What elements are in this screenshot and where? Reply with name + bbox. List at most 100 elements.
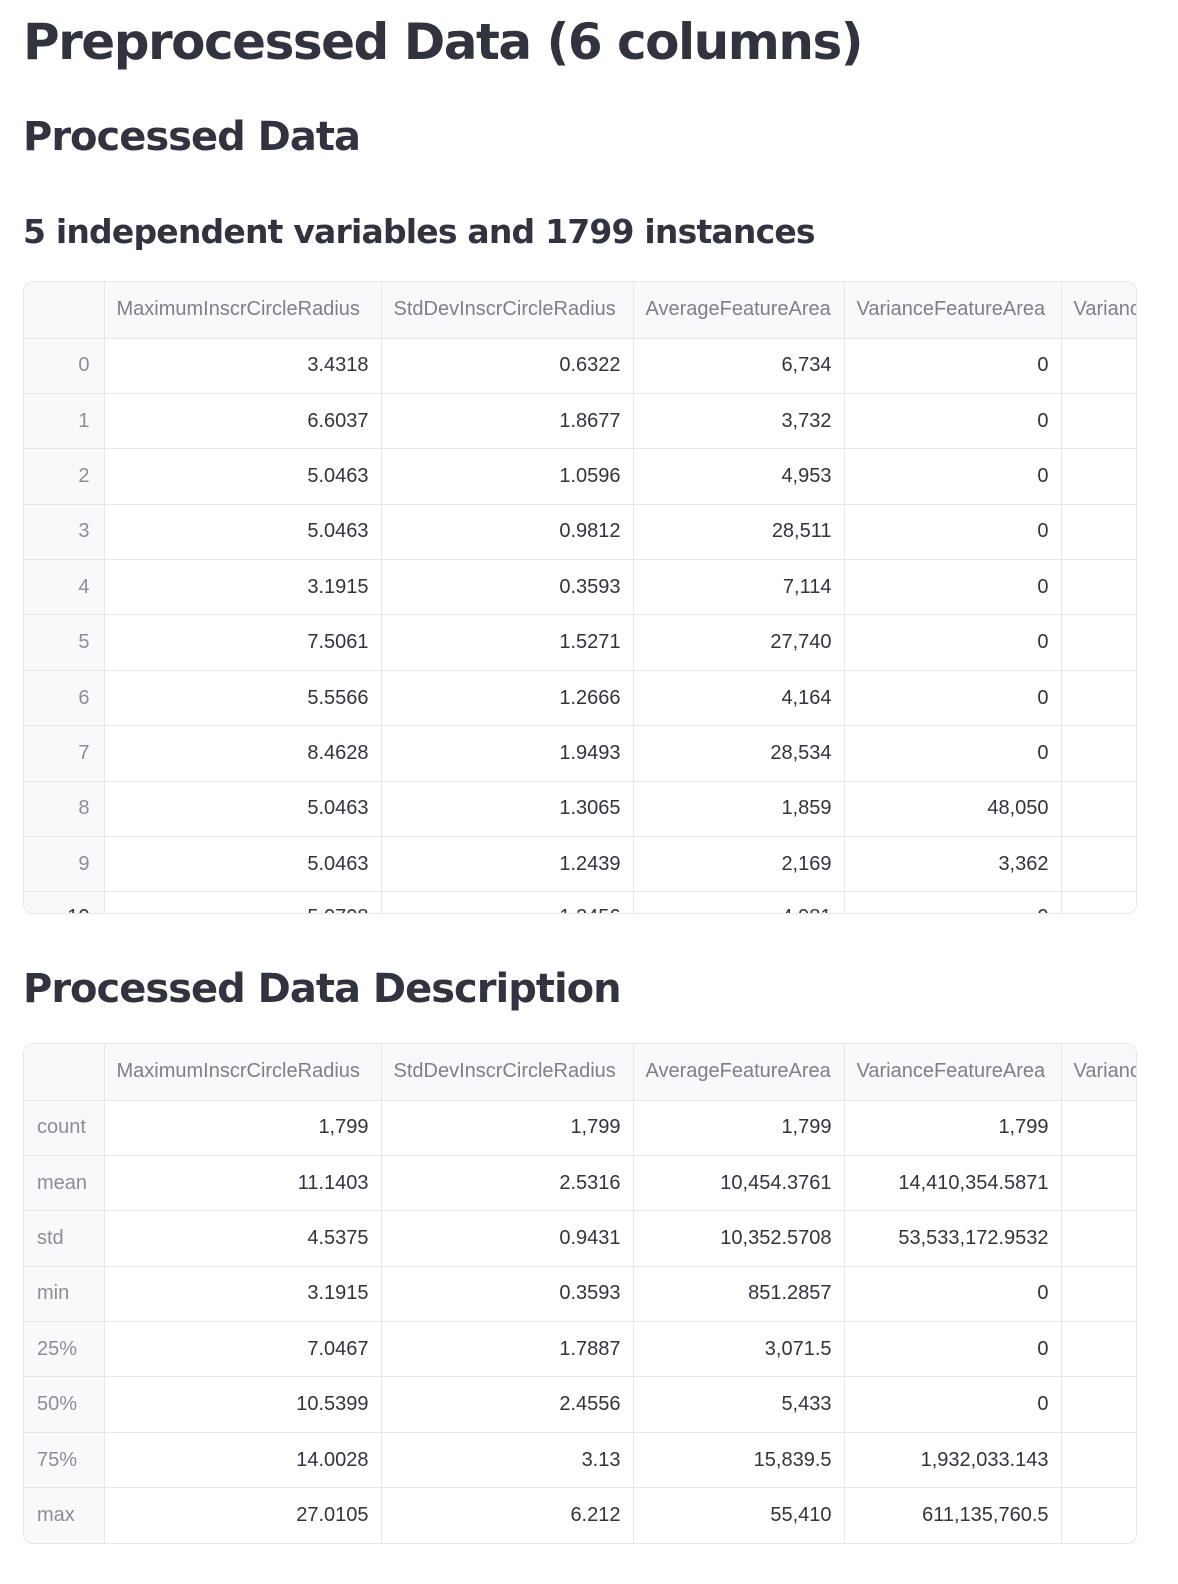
- table-row[interactable]: 4 3.1915 0.3593 7,114 0: [24, 559, 1136, 616]
- table-cell[interactable]: [1061, 1155, 1136, 1212]
- row-index-cell[interactable]: 9: [24, 836, 105, 893]
- table-cell[interactable]: 3,071.5: [633, 1321, 845, 1378]
- table-row[interactable]: 6 5.5566 1.2666 4,164 0: [24, 670, 1136, 727]
- table-cell[interactable]: 0.9431: [381, 1210, 634, 1267]
- processed-data-table[interactable]: MaximumInscrCircleRadius StdDevInscrCirc…: [23, 281, 1137, 914]
- table-cell[interactable]: [1061, 1100, 1136, 1156]
- table-row[interactable]: mean 11.1403 2.5316 10,454.3761 14,410,354.5…: [24, 1155, 1136, 1212]
- table-cell[interactable]: 1,799: [104, 1100, 382, 1156]
- column-header[interactable]: Varianc: [1061, 1044, 1136, 1101]
- table-cell[interactable]: 55,410: [633, 1487, 845, 1543]
- table-cell[interactable]: [1061, 891, 1136, 913]
- table-row[interactable]: 25% 7.0467 1.7887 3,071.5 0: [24, 1321, 1136, 1378]
- table-cell[interactable]: 1.9493: [381, 725, 634, 782]
- table-cell[interactable]: 14.0028: [104, 1432, 382, 1489]
- table-cell[interactable]: 5.0463: [104, 448, 382, 505]
- table-cell[interactable]: 0: [844, 393, 1062, 450]
- table-cell[interactable]: 1.7887: [381, 1321, 634, 1378]
- table-cell[interactable]: [1061, 393, 1136, 450]
- table-row[interactable]: 2 5.0463 1.0596 4,953 0: [24, 448, 1136, 505]
- table-cell[interactable]: 4,953: [633, 448, 845, 505]
- table-cell[interactable]: 0: [844, 1321, 1062, 1378]
- table-cell[interactable]: 27.0105: [104, 1487, 382, 1543]
- table-cell[interactable]: 4,164: [633, 670, 845, 727]
- column-header[interactable]: AverageFeatureArea: [633, 1044, 845, 1101]
- table-cell[interactable]: [1061, 448, 1136, 505]
- table-cell[interactable]: 0.6322: [381, 338, 634, 394]
- table-row[interactable]: 1 6.6037 1.8677 3,732 0: [24, 393, 1136, 450]
- table-row[interactable]: max 27.0105 6.212 55,410 611,135,760.5: [24, 1487, 1136, 1543]
- column-header[interactable]: VarianceFeatureArea: [844, 1044, 1062, 1101]
- table-cell[interactable]: 1.3065: [381, 781, 634, 838]
- table-cell[interactable]: 5.5566: [104, 670, 382, 727]
- table-cell[interactable]: 2.5316: [381, 1155, 634, 1212]
- table-cell[interactable]: 6.212: [381, 1487, 634, 1543]
- table-cell[interactable]: 53,533,172.9532: [844, 1210, 1062, 1267]
- column-header[interactable]: AverageFeatureArea: [633, 282, 845, 339]
- table-cell[interactable]: 5,433: [633, 1376, 845, 1433]
- table-cell[interactable]: 3.4318: [104, 338, 382, 394]
- table-cell[interactable]: [1061, 836, 1136, 893]
- row-index-cell[interactable]: std: [24, 1210, 105, 1267]
- row-index-cell[interactable]: 75%: [24, 1432, 105, 1489]
- table-row[interactable]: 3 5.0463 0.9812 28,511 0: [24, 504, 1136, 561]
- row-index-cell[interactable]: 3: [24, 504, 105, 561]
- table-cell[interactable]: [1061, 504, 1136, 561]
- index-column-header[interactable]: [24, 1044, 105, 1101]
- column-header[interactable]: MaximumInscrCircleRadius: [104, 282, 382, 339]
- table-cell[interactable]: [1061, 1266, 1136, 1323]
- table-cell[interactable]: 1,932,033.143: [844, 1432, 1062, 1489]
- table-cell[interactable]: 5.0463: [104, 836, 382, 893]
- table-cell[interactable]: 10,454.3761: [633, 1155, 845, 1212]
- table-cell[interactable]: 11.1403: [104, 1155, 382, 1212]
- table-cell[interactable]: [1061, 338, 1136, 394]
- table-cell[interactable]: 0: [844, 670, 1062, 727]
- table-cell[interactable]: 5.0463: [104, 781, 382, 838]
- table-cell[interactable]: 0: [844, 448, 1062, 505]
- table-cell[interactable]: 3.13: [381, 1432, 634, 1489]
- table-row[interactable]: 7 8.4628 1.9493 28,534 0: [24, 725, 1136, 782]
- row-index-cell[interactable]: 8: [24, 781, 105, 838]
- table-cell[interactable]: 6.6037: [104, 393, 382, 450]
- row-index-cell[interactable]: 50%: [24, 1376, 105, 1433]
- table-cell[interactable]: 28,511: [633, 504, 845, 561]
- row-index-cell[interactable]: 1: [24, 393, 105, 450]
- table-cell[interactable]: 8.4628: [104, 725, 382, 782]
- table-cell[interactable]: 0: [844, 725, 1062, 782]
- table-cell[interactable]: 15,839.5: [633, 1432, 845, 1489]
- table-cell[interactable]: 0: [844, 614, 1062, 671]
- table-cell[interactable]: 4,981: [633, 891, 845, 913]
- table-cell[interactable]: 0: [844, 891, 1062, 913]
- table-cell[interactable]: 14,410,354.5871: [844, 1155, 1062, 1212]
- table-cell[interactable]: 5.0463: [104, 504, 382, 561]
- table-cell[interactable]: 28,534: [633, 725, 845, 782]
- row-index-cell[interactable]: 25%: [24, 1321, 105, 1378]
- column-header[interactable]: VarianceFeatureArea: [844, 282, 1062, 339]
- table-cell[interactable]: 611,135,760.5: [844, 1487, 1062, 1543]
- table-cell[interactable]: 0.3593: [381, 1266, 634, 1323]
- table-cell[interactable]: 10.5399: [104, 1376, 382, 1433]
- table-cell[interactable]: 5.0708: [104, 891, 382, 913]
- table-row[interactable]: min 3.1915 0.3593 851.2857 0: [24, 1266, 1136, 1323]
- table-cell[interactable]: [1061, 1432, 1136, 1489]
- table-row[interactable]: 50% 10.5399 2.4556 5,433 0: [24, 1376, 1136, 1433]
- table-cell[interactable]: 0: [844, 1376, 1062, 1433]
- column-header[interactable]: StdDevInscrCircleRadius: [381, 282, 634, 339]
- column-header[interactable]: StdDevInscrCircleRadius: [381, 1044, 634, 1101]
- table-cell[interactable]: [1061, 781, 1136, 838]
- row-index-cell[interactable]: 5: [24, 614, 105, 671]
- table-cell[interactable]: 0: [844, 338, 1062, 394]
- table-cell[interactable]: 48,050: [844, 781, 1062, 838]
- table-cell[interactable]: 1.0596: [381, 448, 634, 505]
- table-cell[interactable]: 0: [844, 559, 1062, 616]
- table-cell[interactable]: 1.2666: [381, 670, 634, 727]
- table-cell[interactable]: 3.1915: [104, 559, 382, 616]
- table-cell[interactable]: 3.1915: [104, 1266, 382, 1323]
- table-cell[interactable]: 4.5375: [104, 1210, 382, 1267]
- table-row[interactable]: std 4.5375 0.9431 10,352.5708 53,533,172.953…: [24, 1210, 1136, 1267]
- table-cell[interactable]: 3,362: [844, 836, 1062, 893]
- table-cell[interactable]: 7.5061: [104, 614, 382, 671]
- table-cell[interactable]: 1,799: [633, 1100, 845, 1156]
- row-index-cell[interactable]: 0: [24, 338, 105, 394]
- column-header[interactable]: MaximumInscrCircleRadius: [104, 1044, 382, 1101]
